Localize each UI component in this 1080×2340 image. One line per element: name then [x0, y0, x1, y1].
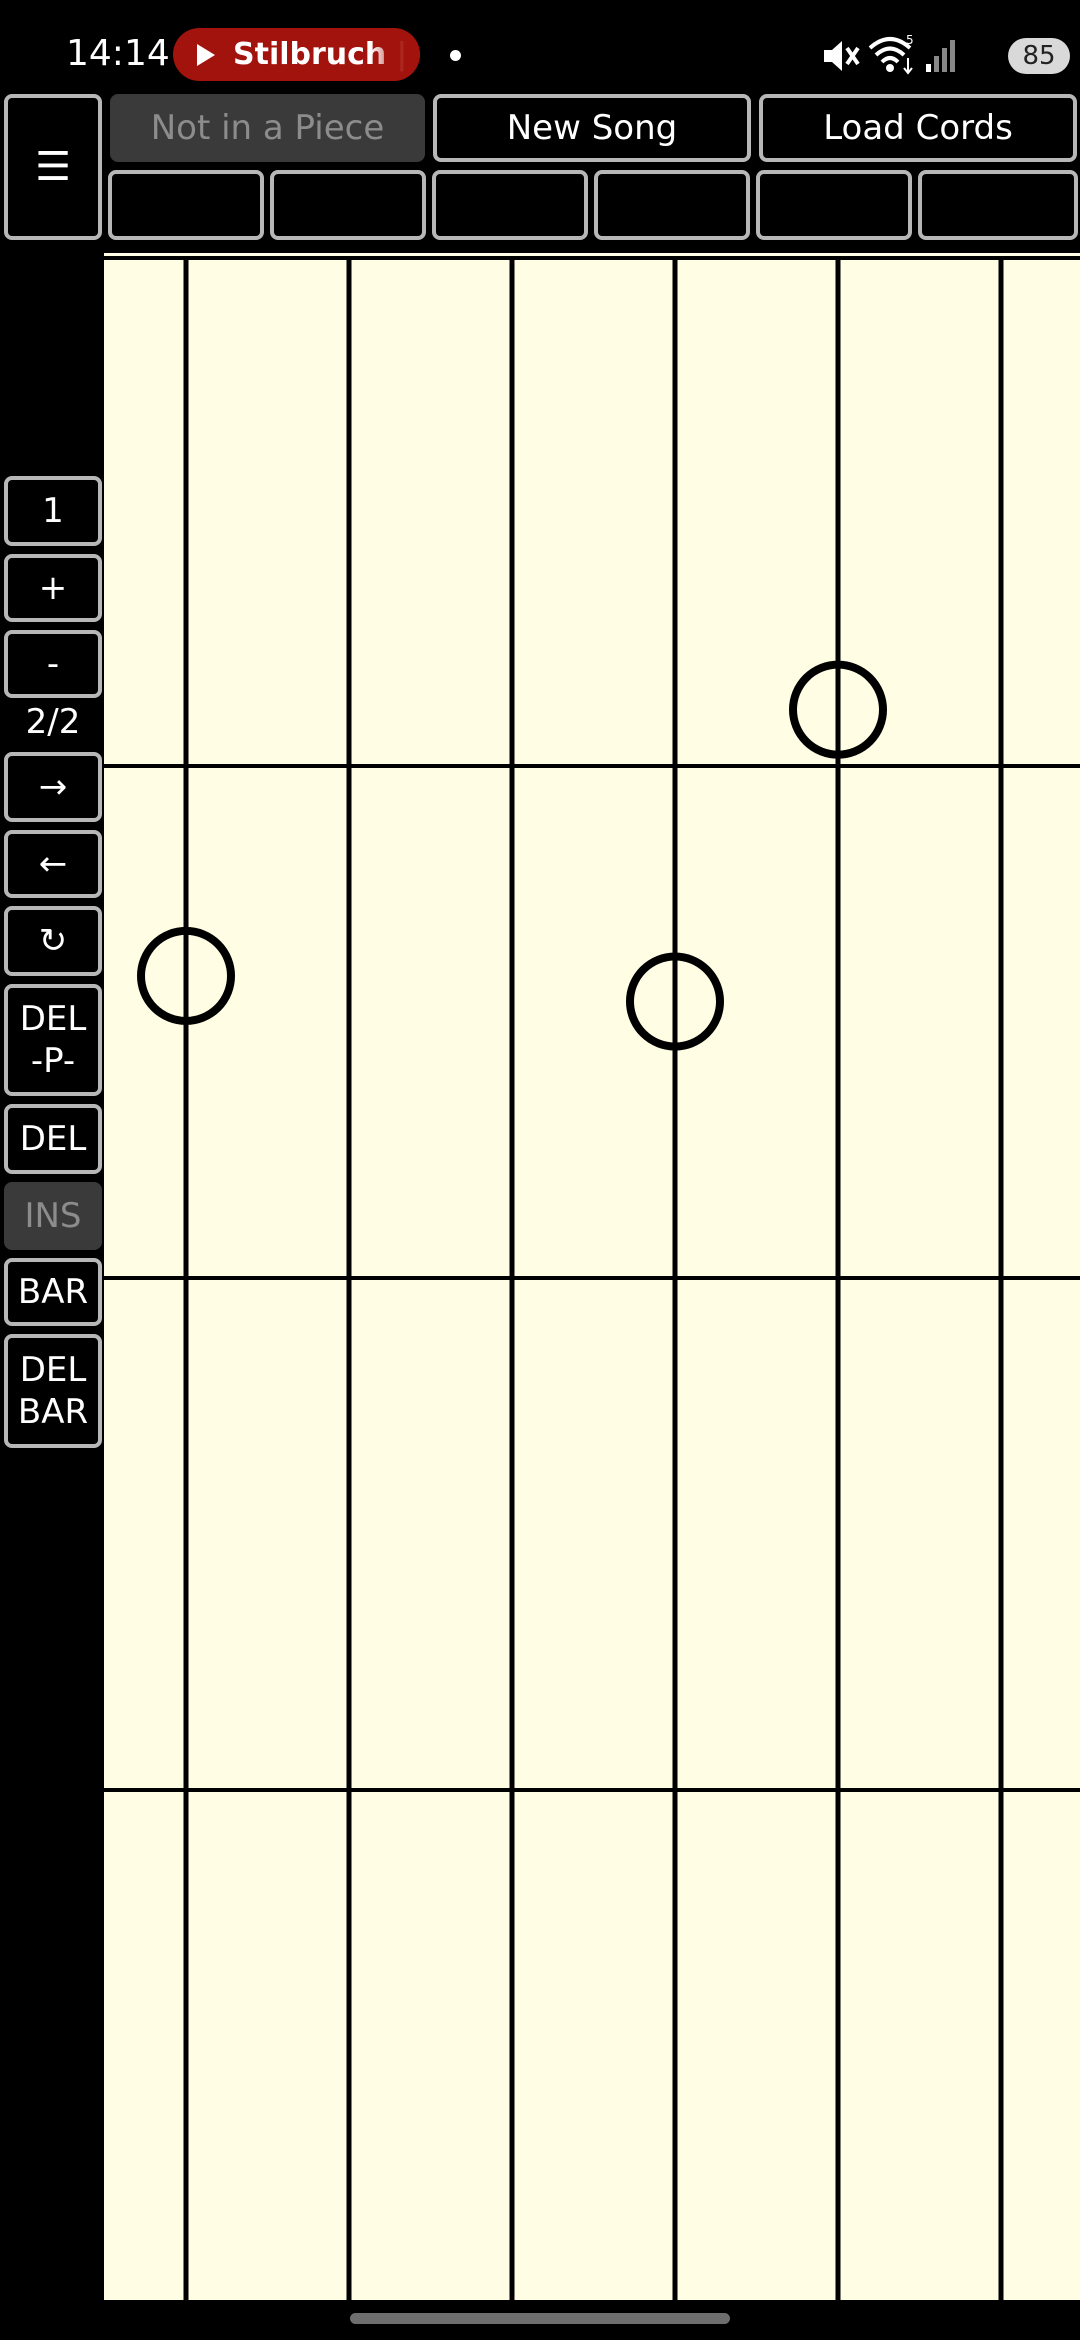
battery-icon: 85: [1008, 38, 1070, 74]
menu-button[interactable]: ☰: [4, 94, 102, 240]
one-button[interactable]: 1: [4, 476, 102, 546]
page-indicator: 2/2: [25, 702, 81, 742]
next-arrow-button[interactable]: →: [4, 752, 102, 822]
new-song-button[interactable]: New Song: [433, 94, 751, 162]
fretboard-canvas[interactable]: [104, 250, 1080, 2300]
del-bar-button[interactable]: DEL BAR: [4, 1334, 102, 1448]
svg-text:5: 5: [906, 34, 914, 47]
mute-icon: [824, 41, 860, 71]
chord-slot-4[interactable]: [594, 170, 750, 240]
chord-slot-1[interactable]: [108, 170, 264, 240]
signal-icon: [926, 40, 955, 72]
status-time: 14:14: [66, 33, 170, 74]
home-indicator[interactable]: [350, 2313, 730, 2324]
battery-level: 85: [1022, 41, 1056, 71]
minus-button[interactable]: -: [4, 630, 102, 698]
fretboard[interactable]: [104, 250, 1080, 2300]
fretboard-background: [104, 250, 1080, 2300]
ins-button[interactable]: INS: [4, 1182, 102, 1250]
chord-slot-6[interactable]: [918, 170, 1078, 240]
status-bar: 14:14 Stilbruch | S 5 85: [0, 0, 1080, 92]
notification-dot: [450, 50, 461, 61]
not-in-piece-button[interactable]: Not in a Piece: [110, 94, 425, 162]
chord-slot-2[interactable]: [270, 170, 426, 240]
chord-slot-5[interactable]: [756, 170, 912, 240]
app-root: 14:14 Stilbruch | S 5 85 ☰ Not in a Piec…: [0, 0, 1080, 2340]
plus-button[interactable]: +: [4, 554, 102, 622]
wifi-icon: 5: [868, 34, 914, 75]
del-button[interactable]: DEL: [4, 1104, 102, 1174]
play-icon: [197, 43, 215, 66]
refresh-button[interactable]: ↻: [4, 906, 102, 976]
bar-button[interactable]: BAR: [4, 1258, 102, 1326]
prev-arrow-button[interactable]: ←: [4, 830, 102, 898]
load-chords-button[interactable]: Load Cords: [759, 94, 1077, 162]
del-p-button[interactable]: DEL -P-: [4, 984, 102, 1096]
media-chip[interactable]: Stilbruch | S: [173, 28, 420, 81]
chord-slot-3[interactable]: [432, 170, 588, 240]
status-icons: 5 85: [800, 30, 1080, 80]
